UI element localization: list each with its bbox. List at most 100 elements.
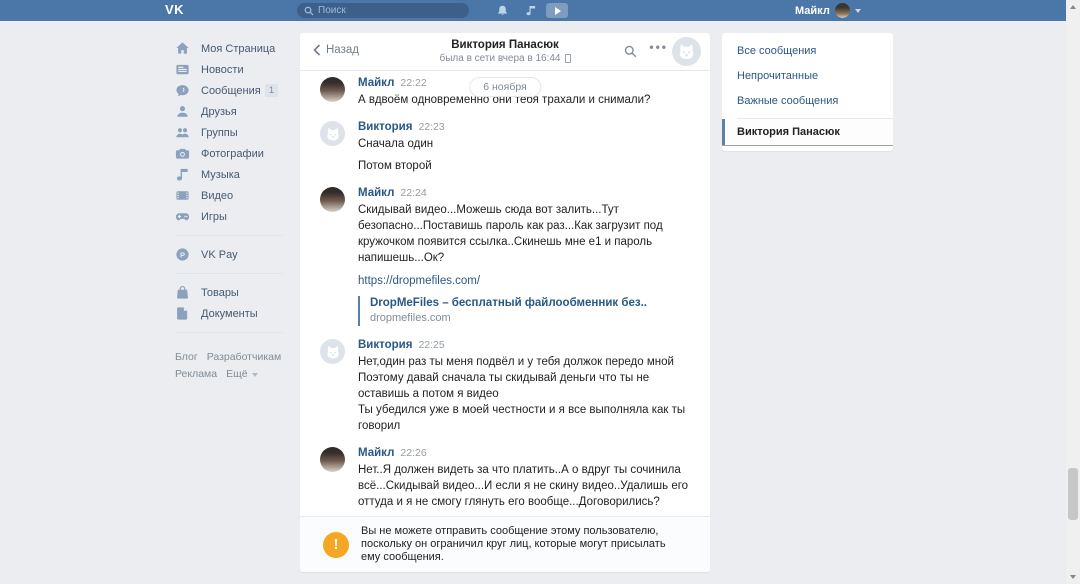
bell-icon[interactable] [496, 4, 509, 18]
filter-item-2[interactable]: Непрочитанные [722, 64, 893, 89]
video-icon [175, 188, 190, 203]
sidebar-item-label: Документы [201, 308, 258, 320]
search-input[interactable] [318, 5, 462, 16]
sidebar-divider [175, 332, 283, 333]
sidebar-item-video[interactable]: Видео [160, 185, 300, 206]
chevron-down-icon [855, 9, 861, 13]
notice-text: Вы не можете отправить сообщение этому п… [361, 525, 666, 564]
message-body: Виктория22:25 Нет,один раз ты меня подвёл… [358, 338, 690, 434]
message-row: Майкл22:26Нет..Я должен видеть за что пл… [320, 446, 690, 510]
sender-avatar[interactable] [320, 339, 345, 364]
video-play-icon[interactable] [546, 3, 568, 18]
sidebar-item-label: Сообщения [201, 85, 261, 97]
chat-panel: Назад Виктория Панасюк была в сети вчера… [300, 33, 710, 572]
filter-item-3[interactable]: Важные сообщения [722, 89, 893, 114]
link-preview-card: DropMeFiles – бесплатный файлообменник б… [358, 296, 690, 326]
sidebar-item-messages[interactable]: Сообщения 1 [160, 80, 300, 101]
search-icon [304, 6, 314, 16]
scrollbar-thumb[interactable] [1068, 468, 1078, 520]
left-sidebar: Моя Страница Новости Сообщения 1 ДрузьяГрупп… [160, 38, 300, 383]
sidebar-item-docs[interactable]: Документы [160, 303, 300, 324]
friend-icon [175, 104, 190, 119]
sender-name-link[interactable]: Майкл [358, 77, 394, 89]
unread-count-badge: 1 [265, 84, 278, 97]
music-icon[interactable] [525, 4, 537, 17]
sender-name-link[interactable]: Виктория [358, 121, 412, 133]
message-list: Майкл22:22А вдвоём одновременно они тебя… [300, 71, 710, 515]
home-icon [175, 41, 190, 56]
sender-name-link[interactable]: Виктория [358, 339, 412, 351]
dog-placeholder-icon [325, 344, 341, 360]
sender-name-link[interactable]: Майкл [358, 447, 394, 459]
browser-scrollbar[interactable] [1066, 0, 1080, 584]
groups-icon [175, 125, 190, 140]
chat-peer-avatar[interactable] [672, 37, 701, 66]
sidebar-main-list: Моя Страница Новости Сообщения 1 ДрузьяГрупп… [160, 38, 300, 227]
sidebar-item-news[interactable]: Новости [160, 59, 300, 80]
message-time: 22:26 [400, 447, 426, 459]
filter-item-1[interactable]: Все сообщения [722, 39, 893, 64]
message-time: 22:24 [400, 187, 426, 199]
cannot-send-notice: Вы не можете отправить сообщение этому п… [300, 516, 710, 572]
message-header: Виктория22:25 [358, 338, 690, 352]
sidebar-item-games[interactable]: Игры [160, 206, 300, 227]
footer-link-1[interactable]: Блог [175, 349, 198, 366]
sidebar-item-label: Моя Страница [201, 43, 275, 55]
sidebar-item-friends[interactable]: Друзья [160, 101, 300, 122]
vk-logo[interactable]: VK [165, 2, 184, 17]
svg-text:P: P [180, 250, 185, 259]
message-text: Нет,один раз ты меня подвёл и у тебя дол… [358, 354, 690, 434]
chevron-left-icon [313, 44, 321, 56]
sidebar-item-market[interactable]: Товары [160, 282, 300, 303]
message-time: 22:23 [418, 121, 444, 133]
sidebar-item-label: Музыка [201, 169, 240, 181]
camera-icon [175, 146, 190, 161]
footer-link-3[interactable]: Реклама [175, 366, 217, 383]
top-user-menu[interactable]: Майкл [795, 0, 861, 21]
message-icon [175, 83, 190, 98]
sender-avatar[interactable] [320, 447, 345, 472]
link-preview-domain: dropmefiles.com [370, 311, 690, 326]
warning-icon [323, 532, 349, 558]
vkpay-icon: P [175, 247, 190, 262]
message-link[interactable]: https://dropmefiles.com/ [358, 275, 480, 287]
sidebar-item-label: VK Pay [201, 249, 238, 261]
scroll-down-arrow-icon[interactable] [1070, 575, 1076, 579]
scroll-up-arrow-icon[interactable] [1070, 5, 1076, 9]
sender-avatar[interactable] [320, 77, 345, 102]
sender-avatar[interactable] [320, 187, 345, 212]
sidebar-item-vkpay[interactable]: P VK Pay [160, 244, 300, 265]
active-dialog-item[interactable]: Виктория Панасюк [722, 119, 893, 146]
sidebar-item-my-page[interactable]: Моя Страница [160, 38, 300, 59]
dog-placeholder-icon [677, 42, 696, 61]
back-button[interactable]: Назад [313, 44, 359, 56]
sidebar-item-photos[interactable]: Фотографии [160, 143, 300, 164]
sidebar-item-music[interactable]: Музыка [160, 164, 300, 185]
message-body: Виктория22:23Сначала одинПотом второй [358, 120, 690, 174]
back-label: Назад [326, 44, 359, 56]
filter-list: Все сообщенияНепрочитанныеВажные сообщен… [722, 39, 893, 114]
message-header: Майкл 22:26 [358, 446, 690, 460]
chat-title: Виктория Панасюк [410, 38, 600, 52]
top-user-name: Майкл [795, 5, 830, 17]
footer-link-4[interactable]: Ещё [226, 366, 257, 383]
message-text: Сначала один [358, 136, 690, 152]
message-time: 22:22 [400, 77, 426, 89]
top-search-box[interactable] [297, 3, 469, 18]
news-icon [175, 62, 190, 77]
sender-name-link[interactable]: Майкл [358, 187, 394, 199]
music-icon [175, 167, 190, 182]
message-header: Майкл 22:24 [358, 186, 690, 200]
footer-link-2[interactable]: Разработчикам [207, 349, 282, 366]
sidebar-item-label: Видео [201, 190, 233, 202]
chat-search-icon[interactable] [624, 45, 637, 58]
link-preview-title[interactable]: DropMeFiles – бесплатный файлообменник б… [370, 296, 690, 311]
more-actions-icon[interactable] [649, 40, 668, 54]
sidebar-extra-list: Товары Документы [160, 282, 300, 324]
sender-avatar[interactable] [320, 121, 345, 146]
mobile-phone-icon [565, 54, 571, 63]
date-separator-pill: 6 ноября [469, 77, 541, 97]
sidebar-footer-links: Блог РазработчикамРеклама Ещё [175, 349, 300, 383]
sidebar-item-label: Товары [201, 287, 239, 299]
sidebar-item-groups[interactable]: Группы [160, 122, 300, 143]
